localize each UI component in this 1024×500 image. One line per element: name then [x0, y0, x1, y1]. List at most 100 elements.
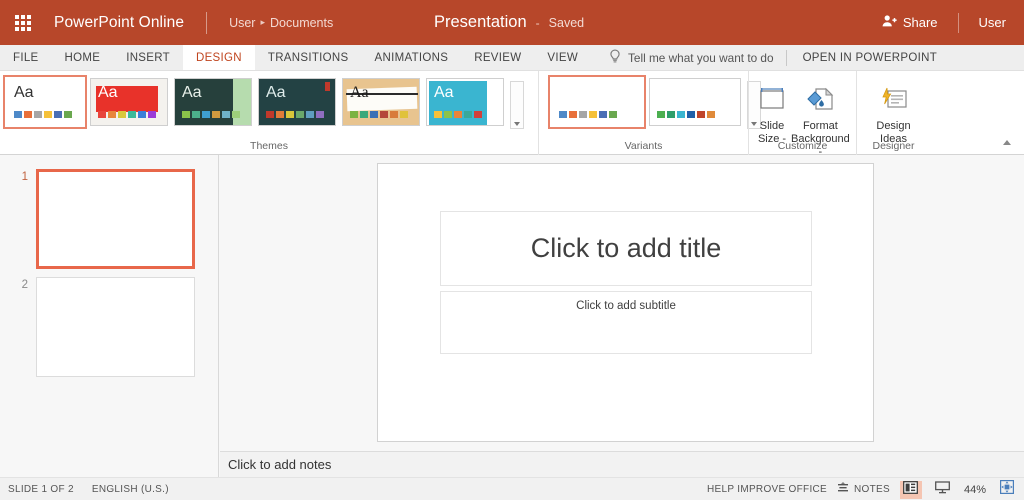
theme-aa-label: Aa [350, 84, 369, 101]
theme-aa-label: Aa [182, 84, 202, 101]
slideshow-view-button[interactable] [932, 480, 954, 499]
notes-icon [837, 481, 849, 499]
slide-canvas-area: Click to add title Click to add subtitle [220, 155, 1024, 451]
theme-accent-mark [325, 82, 330, 91]
collapse-ribbon-button[interactable] [998, 133, 1016, 151]
slideshow-view-icon [935, 480, 951, 499]
document-title[interactable]: Presentation [434, 13, 527, 32]
tab-review[interactable]: REVIEW [461, 45, 534, 70]
group-label-variants: Variants [624, 140, 663, 152]
app-launcher-waffle-icon[interactable] [0, 0, 46, 45]
theme-aa-label: Aa [266, 84, 286, 101]
workspace: 1 2 Click to add title Click to add subt… [0, 155, 1024, 477]
variants-gallery [539, 75, 761, 129]
themes-gallery-more-button[interactable] [510, 81, 524, 129]
slide-thumbnail-2[interactable] [36, 277, 195, 377]
group-label-customize: Customize [777, 140, 828, 152]
slide-thumbnail-1[interactable] [36, 169, 195, 269]
save-state: Saved [548, 15, 585, 30]
share-button[interactable]: Share [882, 14, 938, 31]
title-placeholder[interactable]: Click to add title [440, 211, 812, 286]
slide-number: 2 [21, 279, 28, 291]
breadcrumb-documents[interactable]: Documents [270, 16, 333, 30]
breadcrumb-user[interactable]: User [229, 16, 255, 30]
notes-label: NOTES [854, 484, 890, 495]
ribbon-group-customize: Slide Size - Format Background - Customi… [748, 71, 856, 158]
document-title-area: Presentation - Saved [434, 0, 584, 45]
document-title-dash: - [535, 15, 540, 30]
app-name: PowerPoint Online [54, 13, 185, 31]
tab-design[interactable]: DESIGN [182, 45, 255, 70]
tell-me-placeholder: Tell me what you want to do [627, 50, 774, 65]
variant-swatches [559, 111, 617, 118]
tab-transitions[interactable]: TRANSITIONS [255, 45, 362, 70]
normal-view-button[interactable] [899, 480, 922, 499]
title-placeholder-text: Click to add title [530, 233, 722, 263]
open-in-powerpoint-button[interactable]: OPEN IN POWERPOINT [787, 45, 953, 70]
theme-facet[interactable]: Aa [174, 78, 252, 126]
theme-accent-strip [233, 79, 251, 125]
tab-view[interactable]: VIEW [534, 45, 591, 70]
ribbon-group-variants: Variants [538, 71, 761, 155]
notes-toggle-button[interactable]: NOTES [837, 481, 890, 499]
help-improve-office-link[interactable]: HELP IMPROVE OFFICE [707, 484, 827, 495]
status-bar: SLIDE 1 OF 2 ENGLISH (U.S.) HELP IMPROVE… [0, 477, 1024, 500]
slide-size-button[interactable]: Slide Size - [757, 79, 787, 146]
notes-pane[interactable]: Click to add notes [220, 451, 1024, 477]
themes-gallery: Aa Aa Aa Aa Aa Aa [0, 75, 538, 129]
group-label-themes: Themes [250, 140, 288, 152]
theme-aa-label: Aa [434, 84, 454, 101]
theme-aa-label: Aa [14, 84, 34, 101]
notes-placeholder-text: Click to add notes [228, 457, 332, 472]
theme-swatches [434, 111, 482, 118]
slide-list-item[interactable]: 2 [6, 277, 195, 377]
design-ideas-button[interactable]: Design Ideas [865, 79, 922, 146]
share-person-icon [882, 14, 897, 31]
language-status[interactable]: ENGLISH (U.S.) [92, 484, 169, 495]
theme-aa-label: Aa [98, 84, 118, 101]
slide-canvas[interactable]: Click to add title Click to add subtitle [377, 163, 874, 442]
design-ideas-icon [879, 82, 909, 118]
theme-wisp[interactable]: Aa [342, 78, 420, 126]
title-right-divider [957, 12, 959, 33]
breadcrumb: User ▸ Documents [229, 16, 333, 30]
chevron-up-icon [1003, 139, 1011, 145]
ribbon-tab-bar: FILE HOME INSERT DESIGN TRANSITIONS ANIM… [0, 45, 1024, 71]
variant-2[interactable] [649, 78, 741, 126]
theme-slate[interactable]: Aa [258, 78, 336, 126]
theme-swatches [182, 111, 240, 118]
variant-1[interactable] [548, 75, 646, 129]
theme-swatches [350, 111, 408, 118]
tell-me-search[interactable]: Tell me what you want to do [591, 45, 786, 70]
tab-file[interactable]: FILE [0, 45, 52, 70]
fit-to-window-button[interactable] [996, 480, 1018, 499]
variant-swatches [657, 111, 715, 118]
theme-berlin[interactable]: Aa [90, 78, 168, 126]
slide-count-status: SLIDE 1 OF 2 [8, 483, 74, 495]
theme-badge[interactable]: Aa [426, 78, 504, 126]
theme-office[interactable]: Aa [3, 75, 87, 129]
subtitle-placeholder[interactable]: Click to add subtitle [440, 291, 812, 354]
title-bar: PowerPoint Online User ▸ Documents Prese… [0, 0, 1024, 45]
title-divider [206, 11, 208, 34]
normal-view-icon [903, 480, 919, 499]
theme-swatches [98, 111, 156, 118]
share-label: Share [902, 15, 938, 30]
zoom-level[interactable]: 44% [964, 484, 986, 496]
tab-insert[interactable]: INSERT [113, 45, 183, 70]
ribbon-group-designer: Design Ideas Designer [856, 71, 930, 155]
theme-swatches [266, 111, 324, 118]
status-bar-right: HELP IMPROVE OFFICE NOTES 44% [707, 478, 1018, 500]
theme-swatches [14, 111, 72, 118]
format-background-icon [805, 82, 835, 118]
chevron-down-icon [514, 122, 520, 126]
slide-list-item[interactable]: 1 [6, 169, 195, 269]
group-label-designer: Designer [872, 140, 915, 152]
ribbon-group-themes: Aa Aa Aa Aa Aa Aa Themes [0, 71, 538, 155]
subtitle-placeholder-text: Click to add subtitle [576, 300, 676, 312]
tab-animations[interactable]: ANIMATIONS [362, 45, 462, 70]
slide-thumbnail-pane[interactable]: 1 2 [0, 155, 219, 477]
tab-home[interactable]: HOME [52, 45, 114, 70]
user-account-button[interactable]: User [979, 15, 1006, 30]
powerpoint-online-window: PowerPoint Online User ▸ Documents Prese… [0, 0, 1024, 500]
